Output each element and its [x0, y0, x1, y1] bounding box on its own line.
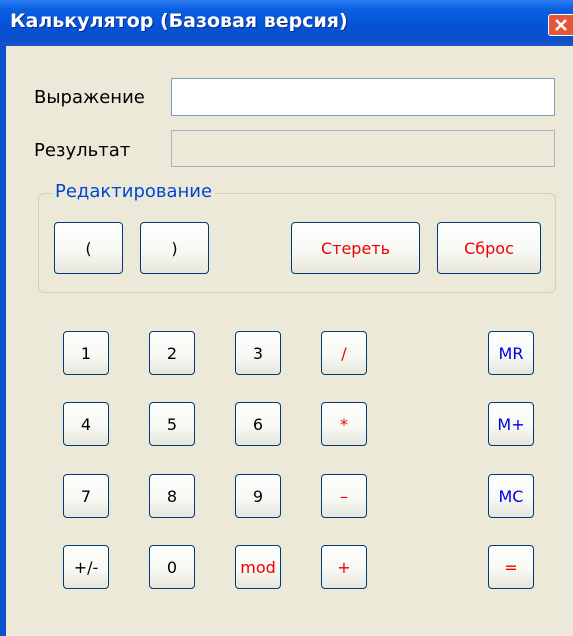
window-border — [0, 46, 6, 636]
digit-9-button[interactable]: 9 — [235, 474, 281, 518]
digit-1-button[interactable]: 1 — [63, 331, 109, 375]
subtract-button[interactable]: – — [321, 474, 367, 518]
digit-3-button[interactable]: 3 — [235, 331, 281, 375]
digit-7-button[interactable]: 7 — [63, 474, 109, 518]
digit-8-button[interactable]: 8 — [149, 474, 195, 518]
digit-6-button[interactable]: 6 — [235, 402, 281, 446]
window-title: Калькулятор (Базовая версия) — [10, 10, 348, 32]
memory-add-button[interactable]: M+ — [488, 402, 534, 446]
mod-button[interactable]: mod — [235, 545, 281, 589]
multiply-button[interactable]: * — [321, 402, 367, 446]
close-icon — [555, 19, 567, 31]
reset-button[interactable]: Сброс — [437, 222, 541, 274]
memory-recall-button[interactable]: MR — [488, 331, 534, 375]
digit-0-button[interactable]: 0 — [149, 545, 195, 589]
close-paren-button[interactable]: ) — [140, 222, 209, 274]
result-field — [171, 130, 555, 167]
open-paren-button[interactable]: ( — [54, 222, 123, 274]
digit-4-button[interactable]: 4 — [63, 402, 109, 446]
edit-group-title: Редактирование — [52, 181, 216, 202]
digit-5-button[interactable]: 5 — [149, 402, 195, 446]
divide-button[interactable]: / — [321, 331, 367, 375]
close-button[interactable] — [548, 14, 573, 36]
expression-input[interactable] — [171, 78, 555, 116]
memory-clear-button[interactable]: MC — [488, 474, 534, 518]
sign-toggle-button[interactable]: +/- — [63, 545, 109, 589]
title-bar[interactable]: Калькулятор (Базовая версия) — [0, 0, 573, 46]
add-button[interactable]: + — [321, 545, 367, 589]
erase-button[interactable]: Стереть — [291, 222, 420, 274]
calculator-window: Калькулятор (Базовая версия) Выражение Р… — [0, 0, 573, 636]
equals-button[interactable]: = — [488, 545, 534, 589]
digit-2-button[interactable]: 2 — [149, 331, 195, 375]
expression-label: Выражение — [34, 87, 145, 108]
result-label: Результат — [34, 140, 131, 161]
